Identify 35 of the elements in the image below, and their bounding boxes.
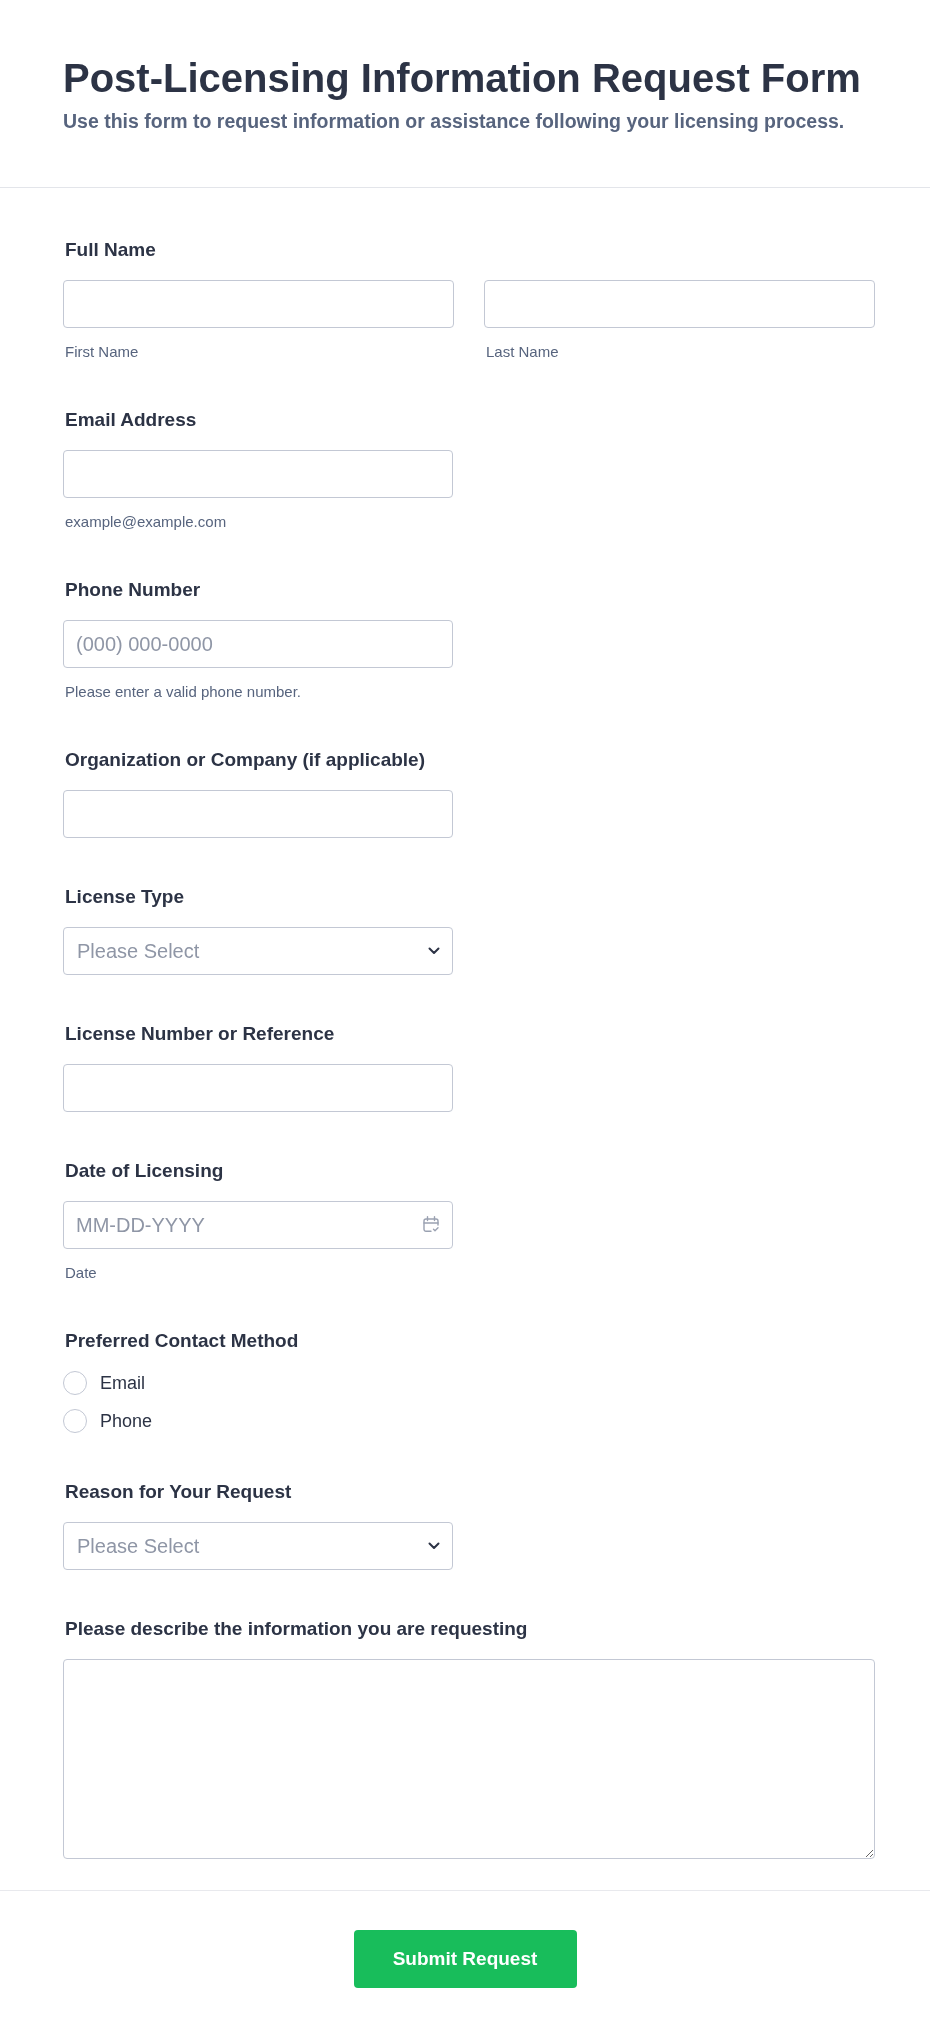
radio-button[interactable] bbox=[63, 1371, 87, 1395]
field-label: Organization or Company (if applicable) bbox=[64, 749, 425, 771]
date-input[interactable]: MM-DD-YYYY bbox=[63, 1201, 453, 1249]
calendar-icon[interactable] bbox=[423, 1216, 439, 1233]
chevron-down-icon bbox=[428, 1542, 440, 1550]
radio-button[interactable] bbox=[63, 1409, 87, 1433]
text-input[interactable]: (000) 000-0000 bbox=[63, 620, 453, 668]
field-label: Reason for Your Request bbox=[64, 1481, 292, 1503]
option-label[interactable]: Phone bbox=[100, 1410, 153, 1432]
field-hint: Date bbox=[64, 1264, 97, 1282]
option-label[interactable]: Email bbox=[100, 1372, 145, 1394]
field-label: License Number or Reference bbox=[64, 1023, 335, 1045]
field-hint: Please enter a valid phone number. bbox=[64, 683, 301, 701]
text-input[interactable] bbox=[484, 280, 875, 328]
field-hint: First Name bbox=[64, 343, 139, 361]
chevron-down-icon bbox=[428, 947, 440, 955]
dropdown[interactable]: Please Select bbox=[63, 1522, 453, 1570]
field-label: Preferred Contact Method bbox=[64, 1330, 299, 1352]
text-input[interactable] bbox=[63, 450, 453, 498]
field-label: Date of Licensing bbox=[64, 1160, 224, 1182]
field-hint: Last Name bbox=[485, 343, 559, 361]
field-hint: example@example.com bbox=[64, 513, 227, 531]
form-subtitle: Use this form to request information or assistance following your licensing process. bbox=[63, 109, 845, 134]
field-label: License Type bbox=[64, 886, 184, 908]
text-input[interactable] bbox=[63, 1064, 453, 1112]
field-label: Phone Number bbox=[64, 579, 201, 601]
field-label: Please describe the information you are requesting bbox=[64, 1618, 528, 1640]
submit-button[interactable]: Submit Request bbox=[353, 1930, 577, 1988]
text-area[interactable] bbox=[63, 1659, 875, 1859]
field-label: Full Name bbox=[64, 239, 156, 261]
dropdown[interactable]: Please Select bbox=[63, 927, 453, 975]
field-label: Email Address bbox=[64, 409, 197, 431]
text-input[interactable] bbox=[63, 280, 454, 328]
text-input[interactable] bbox=[63, 790, 453, 838]
form-title: Post-Licensing Information Request Form bbox=[63, 55, 861, 102]
